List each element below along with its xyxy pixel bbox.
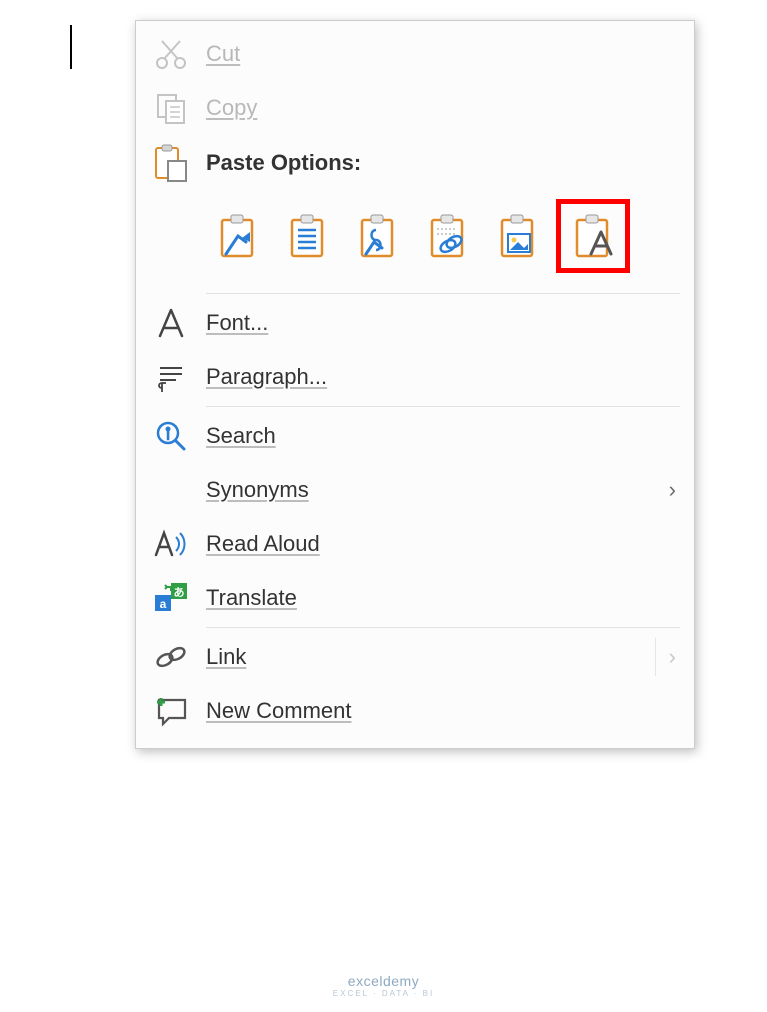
- menu-item-new-comment[interactable]: New Comment: [136, 684, 694, 738]
- svg-text:a: a: [160, 597, 167, 611]
- new-comment-icon: [146, 694, 196, 728]
- context-menu: Cut Copy Paste Options:: [135, 20, 695, 749]
- link-icon: [146, 642, 196, 672]
- separator: [206, 406, 680, 407]
- chevron-right-icon: ›: [669, 477, 676, 503]
- new-comment-label: New Comment: [206, 698, 351, 724]
- menu-item-cut: Cut: [136, 27, 694, 81]
- menu-item-synonyms[interactable]: Synonyms ›: [136, 463, 694, 517]
- menu-item-paragraph[interactable]: Paragraph...: [136, 350, 694, 404]
- paste-use-destination-styles[interactable]: [350, 208, 406, 264]
- paragraph-label: Paragraph...: [206, 364, 327, 390]
- read-aloud-label: Read Aloud: [206, 531, 320, 557]
- link-label: Link: [206, 644, 246, 670]
- menu-item-link[interactable]: Link ›: [136, 630, 694, 684]
- svg-text:あ: あ: [174, 586, 185, 599]
- clipboard-icon: [146, 143, 196, 183]
- paste-link-keep-source[interactable]: [420, 208, 476, 264]
- translate-label: Translate: [206, 585, 297, 611]
- paste-picture[interactable]: [490, 208, 546, 264]
- translate-icon: a あ: [146, 581, 196, 615]
- text-cursor: [70, 25, 72, 69]
- menu-item-font[interactable]: Font...: [136, 296, 694, 350]
- font-icon: [146, 306, 196, 340]
- font-label: Font...: [206, 310, 268, 336]
- paste-options-header: Paste Options:: [136, 135, 694, 191]
- menu-item-read-aloud[interactable]: Read Aloud: [136, 517, 694, 571]
- paste-merge-formatting[interactable]: [280, 208, 336, 264]
- watermark: exceldemy EXCEL · DATA · BI: [0, 973, 767, 998]
- copy-label: Copy: [206, 95, 257, 121]
- menu-item-search[interactable]: Search: [136, 409, 694, 463]
- paragraph-icon: [146, 360, 196, 394]
- separator: [206, 627, 680, 628]
- menu-item-translate[interactable]: a あ Translate: [136, 571, 694, 625]
- cut-label: Cut: [206, 41, 240, 67]
- paste-options-row: [136, 191, 694, 291]
- paste-keep-source-formatting[interactable]: [210, 208, 266, 264]
- read-aloud-icon: [146, 527, 196, 561]
- synonyms-label: Synonyms: [206, 477, 309, 503]
- watermark-name: exceldemy: [348, 973, 419, 989]
- paste-options-label: Paste Options:: [206, 150, 361, 176]
- paste-keep-text-only[interactable]: [556, 199, 630, 273]
- separator: [206, 293, 680, 294]
- scissors-icon: [146, 37, 196, 71]
- menu-item-copy: Copy: [136, 81, 694, 135]
- copy-icon: [146, 91, 196, 125]
- search-icon: [146, 418, 196, 454]
- chevron-right-icon: ›: [669, 644, 676, 670]
- search-label: Search: [206, 423, 276, 449]
- watermark-sub: EXCEL · DATA · BI: [0, 989, 767, 998]
